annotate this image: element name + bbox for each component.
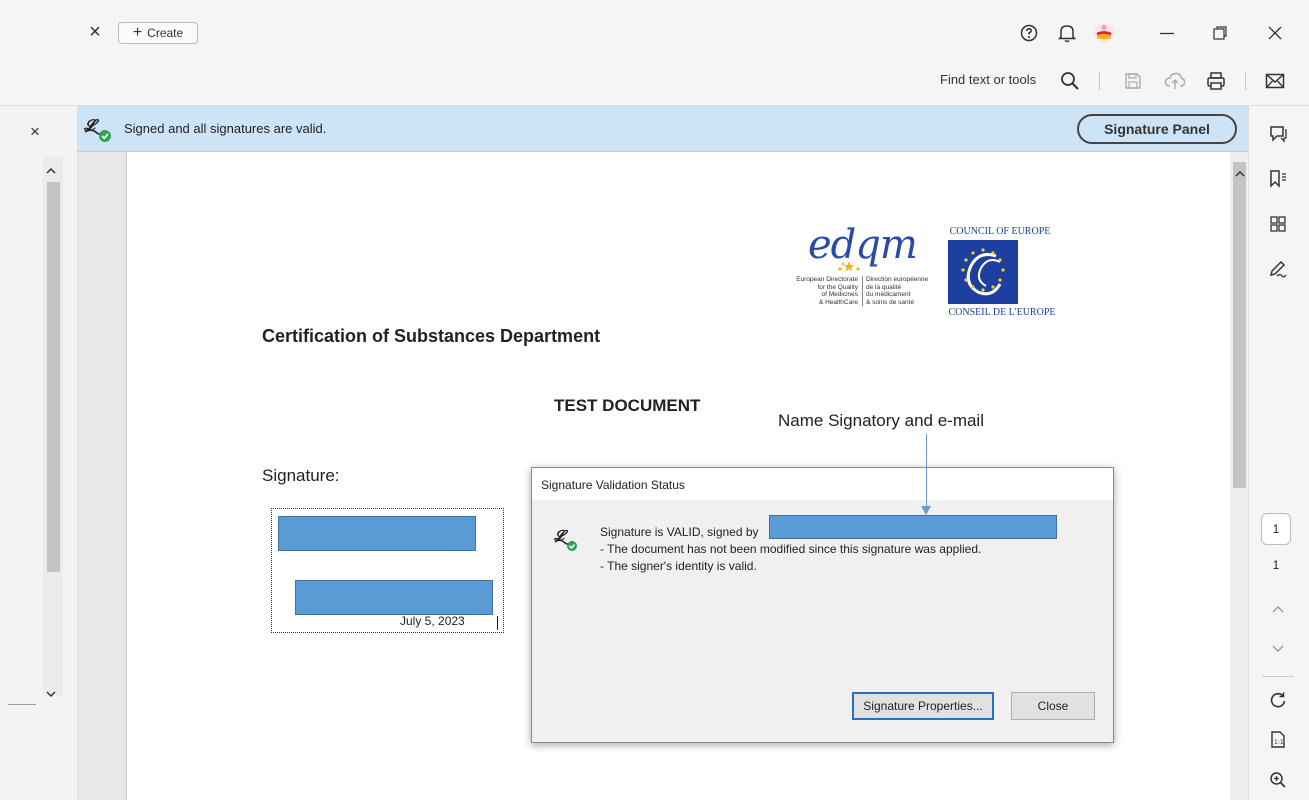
edqm-logo-french: Direction européenne de la qualité du mé… bbox=[862, 276, 941, 306]
signature-valid-icon: 𝓛 bbox=[553, 526, 581, 557]
page-total: 1 bbox=[1272, 558, 1280, 572]
document-title: TEST DOCUMENT bbox=[554, 396, 701, 415]
cloud-upload-icon[interactable] bbox=[1162, 68, 1188, 94]
coe-logo-top-text: COUNCIL OF EUROPE bbox=[949, 226, 1051, 237]
annotation-arrow-line bbox=[926, 434, 927, 510]
validation-line-3: - The signer's identity is valid. bbox=[600, 559, 757, 573]
plus-icon: + bbox=[132, 24, 143, 41]
dialog-title: Signature Validation Status bbox=[541, 478, 685, 492]
toolbar-divider bbox=[1099, 72, 1100, 90]
redaction-box bbox=[769, 515, 1057, 539]
thumbnails-grid-icon[interactable] bbox=[1258, 210, 1298, 238]
dialog-close-button[interactable]: Close bbox=[1011, 692, 1095, 720]
edqm-logo-wordmark: edqm bbox=[808, 222, 918, 268]
bookmark-icon[interactable] bbox=[1258, 165, 1298, 193]
window-close-icon[interactable] bbox=[1262, 20, 1288, 46]
svg-text:1:1: 1:1 bbox=[1274, 739, 1284, 746]
validation-line-2: - The document has not been modified sin… bbox=[600, 542, 982, 556]
signature-date: July 5, 2023 bbox=[400, 614, 465, 628]
signature-valid-icon: 𝓛 bbox=[83, 114, 113, 149]
panel-divider bbox=[1262, 676, 1294, 677]
chevron-down-icon[interactable] bbox=[1258, 634, 1298, 662]
pane-divider bbox=[8, 704, 36, 705]
search-icon[interactable] bbox=[1057, 68, 1083, 94]
document-scrollbar-thumb[interactable] bbox=[1233, 162, 1246, 488]
restore-icon[interactable] bbox=[1207, 20, 1233, 46]
find-text-label[interactable]: Find text or tools bbox=[940, 72, 1036, 87]
tab-close-button[interactable]: × bbox=[84, 20, 106, 44]
signature-properties-button[interactable]: Signature Properties... bbox=[852, 692, 994, 720]
chevron-up-icon[interactable] bbox=[1258, 596, 1298, 624]
minimize-icon[interactable] bbox=[1154, 20, 1180, 46]
create-label: Create bbox=[147, 26, 184, 40]
save-icon[interactable] bbox=[1120, 68, 1146, 94]
close-pane-button[interactable]: × bbox=[30, 122, 40, 142]
avatar[interactable] bbox=[1091, 20, 1117, 46]
coe-logo-bottom-text: CONSEIL DE L'EUROPE bbox=[948, 307, 1056, 318]
notification-bell-icon[interactable] bbox=[1055, 20, 1079, 46]
comment-icon[interactable] bbox=[1258, 120, 1298, 148]
toolbar-divider bbox=[1245, 72, 1246, 90]
text-cursor bbox=[497, 616, 498, 630]
create-button[interactable]: + Create bbox=[118, 22, 198, 44]
zoom-in-icon[interactable] bbox=[1258, 766, 1298, 794]
signature-panel-button[interactable]: Signature Panel bbox=[1077, 114, 1237, 144]
edqm-logo-english: European Directorate for the Quality of … bbox=[796, 276, 858, 306]
validation-line-1: Signature is VALID, signed by bbox=[600, 525, 759, 539]
left-navigation-pane bbox=[0, 106, 77, 800]
chevron-up-icon[interactable] bbox=[1234, 166, 1246, 184]
signature-label: Signature: bbox=[262, 466, 340, 485]
chevron-up-icon[interactable] bbox=[45, 163, 57, 181]
toolbar bbox=[0, 60, 1309, 106]
help-icon[interactable] bbox=[1017, 20, 1041, 46]
redaction-box bbox=[295, 580, 493, 615]
email-icon[interactable] bbox=[1262, 68, 1288, 94]
redaction-box bbox=[278, 516, 476, 551]
council-of-europe-flag-logo bbox=[948, 240, 1018, 304]
signature-status-text: Signed and all signatures are valid. bbox=[124, 121, 327, 136]
print-icon[interactable] bbox=[1203, 68, 1229, 94]
chevron-down-icon[interactable] bbox=[45, 686, 57, 704]
actual-size-icon[interactable]: 1:1 bbox=[1258, 726, 1298, 754]
left-scrollbar-thumb[interactable] bbox=[47, 182, 60, 572]
department-heading: Certification of Substances Department bbox=[262, 326, 601, 346]
annotation-callout: Name Signatory and e-mail bbox=[778, 411, 984, 430]
fill-and-sign-icon[interactable] bbox=[1258, 255, 1298, 283]
annotation-arrow-head bbox=[921, 506, 931, 515]
page-number-input[interactable]: 1 bbox=[1261, 513, 1291, 545]
rotate-icon[interactable] bbox=[1258, 686, 1298, 714]
